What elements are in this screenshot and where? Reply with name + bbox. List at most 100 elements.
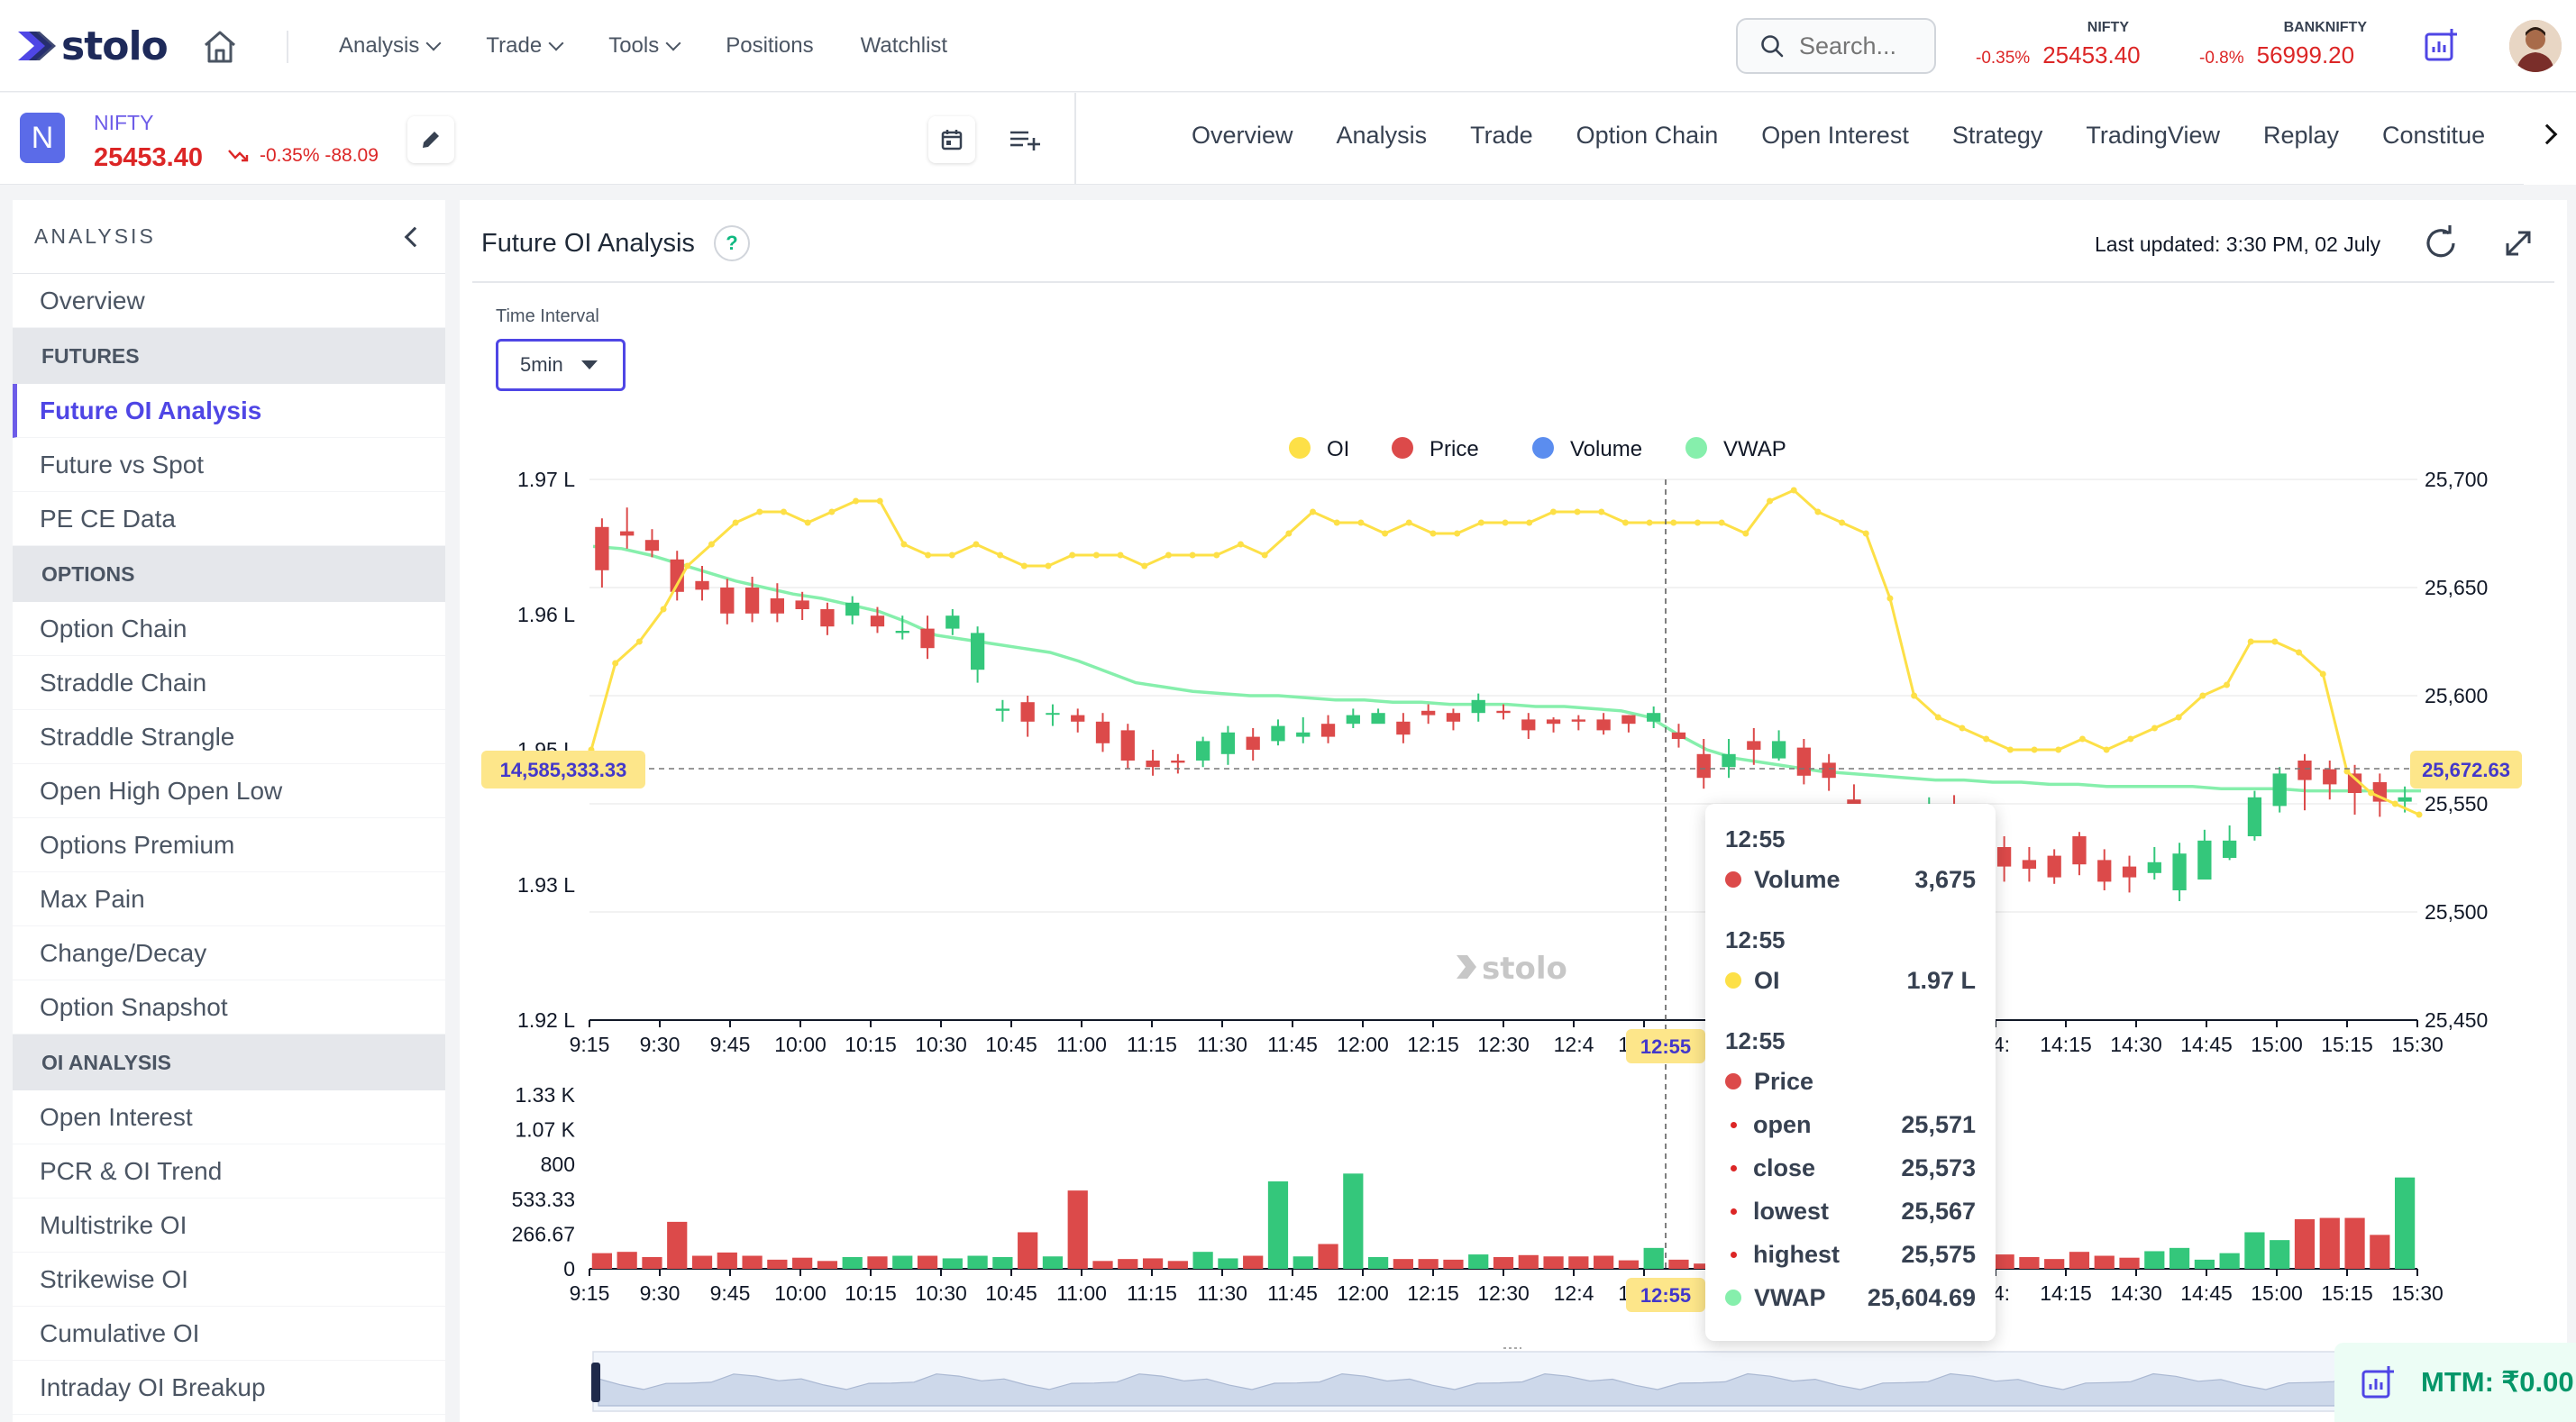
sidebar-item-max-pain[interactable]: Max Pain xyxy=(13,872,445,926)
symbol-name[interactable]: NIFTY xyxy=(94,111,153,135)
pencil-icon xyxy=(423,132,439,148)
refresh-icon[interactable] xyxy=(2421,223,2461,263)
sidebar-item-cumulative-oi[interactable]: Cumulative OI xyxy=(13,1307,445,1361)
symbol-change-text: -0.35% -88.09 xyxy=(260,145,379,166)
symbol-tabs: Overview Analysis Trade Option Chain Ope… xyxy=(1192,122,2528,150)
tooltip-highest-label: highest xyxy=(1753,1240,1841,1268)
sidebar-item-straddle-strangle[interactable]: Straddle Strangle xyxy=(13,710,445,764)
tooltip-highest-value: 25,575 xyxy=(1901,1240,1976,1268)
tooltip-volume-value: 3,675 xyxy=(1914,865,1976,893)
main-nav: Analysis Trade Tools Positions Watchlist xyxy=(339,29,994,63)
sidebar-item-future-vs-spot[interactable]: Future vs Spot xyxy=(13,438,445,492)
expand-icon[interactable] xyxy=(2500,225,2536,261)
sidebar-item-options-premium[interactable]: Options Premium xyxy=(13,818,445,872)
avatar[interactable] xyxy=(2509,20,2562,72)
sidebar-item-straddle-chain[interactable]: Straddle Chain xyxy=(13,656,445,710)
mtm-label: MTM: ₹0.00 xyxy=(2421,1366,2574,1398)
add-chart-icon[interactable] xyxy=(2423,27,2459,63)
home-icon[interactable] xyxy=(200,27,240,67)
symbol-price: 25453.40 xyxy=(94,143,203,172)
tab-overview[interactable]: Overview xyxy=(1192,122,1293,150)
sidebar-section-futures: FUTURES xyxy=(13,328,445,384)
nav-trade[interactable]: Trade xyxy=(486,29,564,63)
collapse-sidebar-icon[interactable] xyxy=(404,226,425,247)
time-interval-select[interactable]: 5min xyxy=(496,339,626,391)
search-icon xyxy=(1761,35,1784,58)
sidebar-item-option-snapshot[interactable]: Option Snapshot xyxy=(13,980,445,1035)
symbol-badge: N xyxy=(20,113,65,163)
bullet-icon xyxy=(1731,1208,1737,1215)
tab-replay[interactable]: Replay xyxy=(2263,122,2339,150)
tab-option-chain[interactable]: Option Chain xyxy=(1576,122,1719,150)
sidebar-item-future-oi-analysis[interactable]: Future OI Analysis xyxy=(13,384,445,438)
playlist-add-icon xyxy=(1010,131,1040,150)
caret-down-icon xyxy=(580,360,598,369)
sidebar-item-intraday-oi-breakup[interactable]: Intraday OI Breakup xyxy=(13,1361,445,1415)
tooltip-volume-row: Volume 3,675 xyxy=(1725,858,1976,901)
nav-tools[interactable]: Tools xyxy=(608,29,681,63)
search-box[interactable] xyxy=(1736,18,1936,74)
sidebar-item-pcr-oi-trend[interactable]: PCR & OI Trend xyxy=(13,1144,445,1199)
add-to-list-button[interactable] xyxy=(997,116,1053,163)
tab-tradingview[interactable]: TradingView xyxy=(2086,122,2220,150)
logo-chevron-icon xyxy=(18,32,56,60)
calendar-button[interactable] xyxy=(928,116,975,163)
index-nifty[interactable]: NIFTY -0.35% 25453.40 xyxy=(1976,20,2141,69)
sidebar-item-pe-ce-data[interactable]: PE CE Data xyxy=(13,492,445,546)
index-change: -0.35% xyxy=(1976,49,2031,68)
vwap-dot-icon xyxy=(1725,1290,1741,1306)
index-change: -0.8% xyxy=(2199,49,2244,68)
tooltip-time: 12:55 xyxy=(1725,825,1786,852)
chart-tooltip: 12:55 Volume 3,675 12:55 OI 1.97 L 12:55… xyxy=(1705,804,1996,1341)
nav-analysis[interactable]: Analysis xyxy=(339,29,442,63)
sidebar-item-option-chain[interactable]: Option Chain xyxy=(13,602,445,656)
sidebar-item-change-decay[interactable]: Change/Decay xyxy=(13,926,445,980)
search-input[interactable] xyxy=(1799,32,1925,60)
sidebar-title: ANALYSIS xyxy=(34,224,156,248)
tab-constituents[interactable]: Constitue xyxy=(2382,122,2485,150)
nav-positions[interactable]: Positions xyxy=(726,29,813,63)
price-dot-icon xyxy=(1725,1073,1741,1089)
tooltip-open-row: open 25,571 xyxy=(1725,1103,1976,1146)
sidebar-item-open-interest[interactable]: Open Interest xyxy=(13,1090,445,1144)
nav-tools-label: Tools xyxy=(608,33,660,58)
oi-dot-icon xyxy=(1725,972,1741,989)
tooltip-time: 12:55 xyxy=(1725,1026,1786,1054)
index-value: 25453.40 xyxy=(2042,41,2141,68)
sidebar-item-open-high-open-low[interactable]: Open High Open Low xyxy=(13,764,445,818)
tooltip-close-label: close xyxy=(1753,1153,1816,1181)
tooltip-oi-label: OI xyxy=(1754,966,1780,994)
stolo-logo[interactable]: stolo xyxy=(16,23,169,69)
tooltip-open-value: 25,571 xyxy=(1901,1110,1976,1138)
tab-analysis[interactable]: Analysis xyxy=(1337,122,1428,150)
nav-watchlist[interactable]: Watchlist xyxy=(861,29,947,63)
volume-dot-icon xyxy=(1725,871,1741,888)
tooltip-open-label: open xyxy=(1753,1110,1812,1138)
index-banknifty[interactable]: BANKNIFTY -0.8% 56999.20 xyxy=(2199,20,2367,69)
tooltip-time: 12:55 xyxy=(1725,925,1786,953)
sidebar-item-strikewise-oi[interactable]: Strikewise OI xyxy=(13,1253,445,1307)
mtm-widget[interactable]: MTM: ₹0.00 xyxy=(2334,1343,2576,1422)
nav-divider xyxy=(287,31,288,63)
sidebar-header: ANALYSIS xyxy=(13,200,445,274)
edit-symbol-button[interactable] xyxy=(407,116,454,163)
tooltip-vwap-label: VWAP xyxy=(1754,1283,1826,1311)
tab-open-interest[interactable]: Open Interest xyxy=(1761,122,1909,150)
tab-trade[interactable]: Trade xyxy=(1470,122,1533,150)
bullet-icon xyxy=(1731,1121,1737,1128)
tab-strategy[interactable]: Strategy xyxy=(1952,122,2043,150)
future-oi-panel: Future OI Analysis ? Last updated: 3:30 … xyxy=(460,200,2567,1422)
sidebar-item-overview[interactable]: Overview xyxy=(13,274,445,328)
tooltip-oi-value: 1.97 L xyxy=(1906,966,1976,994)
tooltip-close-value: 25,573 xyxy=(1901,1153,1976,1181)
page-title: Future OI Analysis xyxy=(481,229,695,258)
trend-down-icon xyxy=(228,150,249,162)
tooltip-highest-row: highest 25,575 xyxy=(1725,1233,1976,1276)
panel-divider xyxy=(472,281,2554,283)
sidebar-item-multistrike-oi[interactable]: Multistrike OI xyxy=(13,1199,445,1253)
help-icon[interactable]: ? xyxy=(714,225,750,261)
symbol-bar: N NIFTY 25453.40 -0.35% -88.09 Overview … xyxy=(0,93,2576,185)
user-avatar-icon xyxy=(2509,20,2562,72)
index-name: NIFTY xyxy=(2087,20,2129,35)
index-name: BANKNIFTY xyxy=(2283,20,2367,35)
